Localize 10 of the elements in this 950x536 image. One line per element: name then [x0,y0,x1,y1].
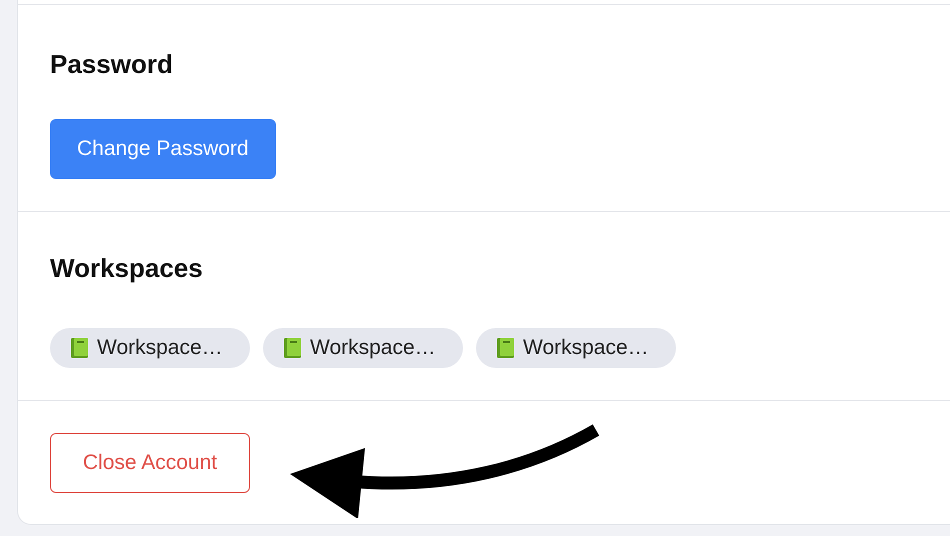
workspace-chip[interactable]: Workspace… [50,328,250,368]
workspace-chip[interactable]: Workspace… [263,328,463,368]
book-icon [70,337,90,359]
close-account-button[interactable]: Close Account [50,433,250,493]
section-heading: Workspaces [50,252,204,284]
workspace-chip[interactable]: Workspace… [476,328,676,368]
change-password-button[interactable]: Change Password [50,119,276,179]
book-icon [496,337,516,359]
section-heading: Password [50,48,174,80]
book-icon [283,337,303,359]
